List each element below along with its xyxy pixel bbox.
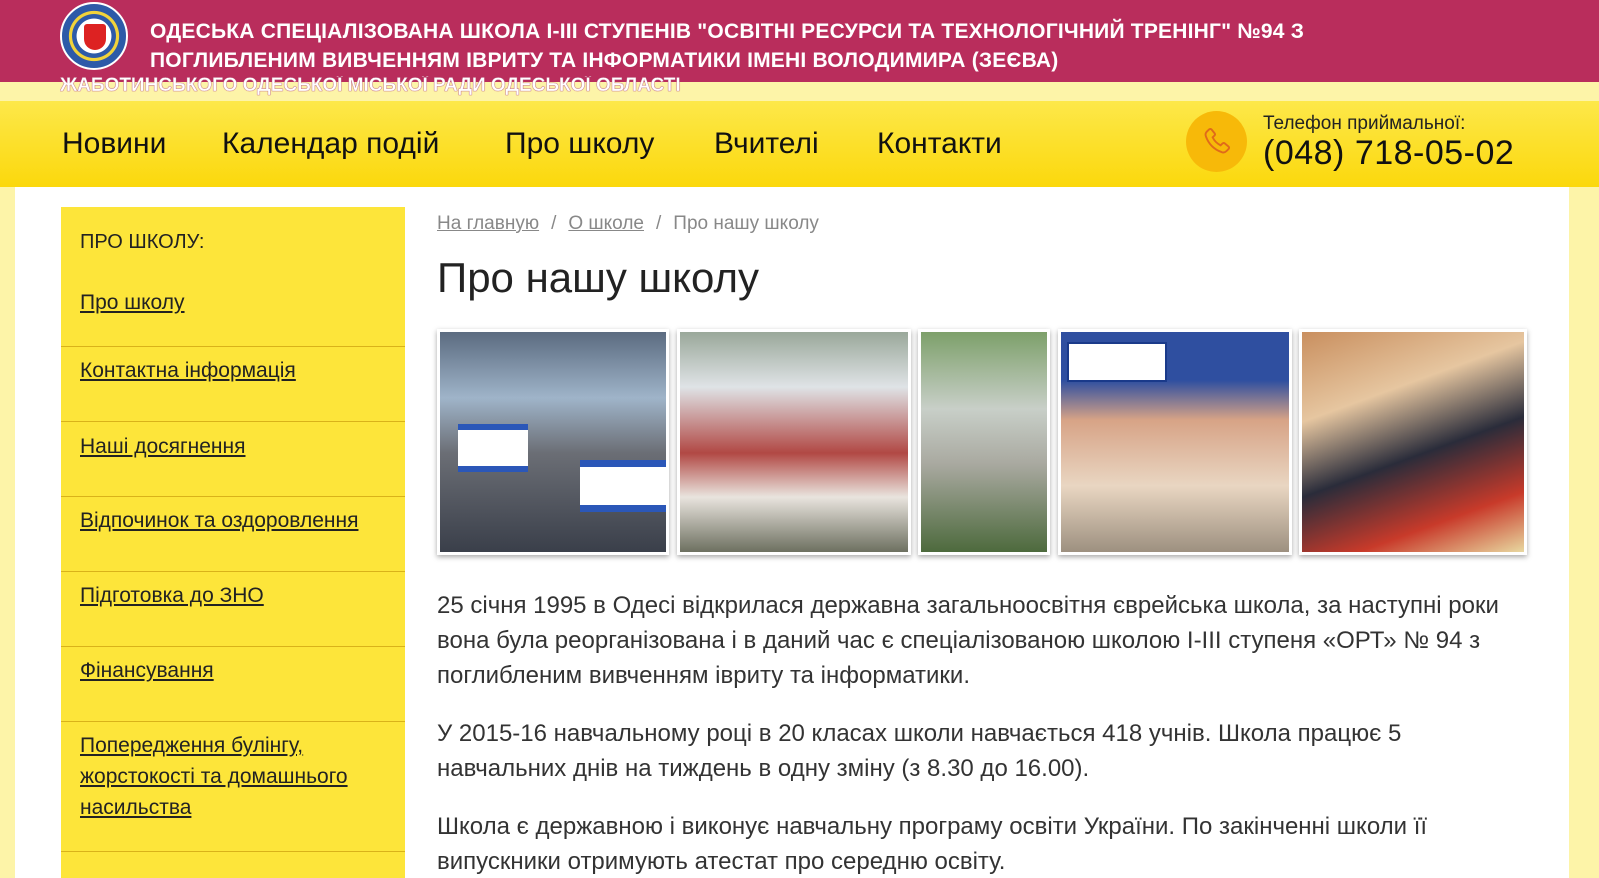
photo-graduates[interactable] [677,329,911,555]
intro-paragraph-2: У 2015-16 навчальному році в 20 класах ш… [437,720,1402,782]
sidebar-item-achievements[interactable]: Наші досягнення [61,422,405,497]
nav-calendar[interactable]: Календар подій [222,127,439,161]
intro-paragraph-3: Школа є державною і виконує навчальну пр… [437,813,1428,875]
flag-icon [458,424,528,472]
main-nav: Новини Календар подій Про школу Вчителі … [0,101,1599,187]
nav-about[interactable]: Про школу [505,127,654,161]
photo-students-robotics[interactable] [1299,329,1527,555]
breadcrumb-current: Про нашу школу [673,213,819,234]
sidebar-item-finance[interactable]: Фінансування [61,647,405,722]
breadcrumb-home[interactable]: На главную [437,213,539,234]
nav-teachers[interactable]: Вчителі [714,127,819,161]
school-title: ОДЕСЬКА СПЕЦІАЛІЗОВАНА ШКОЛА І-ІІІ СТУПЕ… [150,20,1305,72]
page-title: Про нашу школу [437,254,759,301]
sidebar-item-about[interactable]: Про школу [61,279,405,347]
flag-icon [580,460,666,512]
breadcrumb-section[interactable]: О школе [568,213,644,234]
sidebar-item-contacts[interactable]: Контактна інформація [61,347,405,422]
sidebar: Про школу: Про школу Контактна інформаці… [61,207,405,878]
sidebar-item-bullying[interactable]: Попередження булінгу, жорстокості та дом… [61,722,405,852]
nav-contacts[interactable]: Контакти [877,127,1002,161]
header-bar: ОДЕСЬКА СПЕЦІАЛІЗОВАНА ШКОЛА І-ІІІ СТУПЕ… [0,0,1599,82]
school-subtitle: ЖАБОТИНСЬКОГО ОДЕСЬКОЇ МІСЬКОЇ РАДИ ОДЕС… [60,76,681,96]
breadcrumb-separator: / [656,213,662,234]
photo-teacher-microphone[interactable] [1058,329,1292,555]
intro-paragraph-1: 25 січня 1995 в Одесі відкрилася державн… [437,592,1499,689]
photo-students-flags[interactable] [437,329,669,555]
nav-news[interactable]: Новини [62,127,166,161]
banner-icon [1067,342,1167,382]
breadcrumb: На главную / О школе / Про нашу школу [437,213,819,235]
breadcrumb-separator: / [551,213,557,234]
photo-school-building[interactable] [918,329,1050,555]
sidebar-item-zno[interactable]: Підготовка до ЗНО [61,572,405,647]
phone-label: Телефон приймальної: [1263,113,1466,134]
sidebar-title: Про школу: [80,231,205,253]
coat-of-arms-icon [84,24,106,50]
phone-number[interactable]: (048) 718-05-02 [1263,134,1514,173]
school-logo[interactable] [60,2,128,70]
phone-icon [1186,111,1247,172]
sidebar-item-rest[interactable]: Відпочинок та оздоровлення [61,497,405,572]
